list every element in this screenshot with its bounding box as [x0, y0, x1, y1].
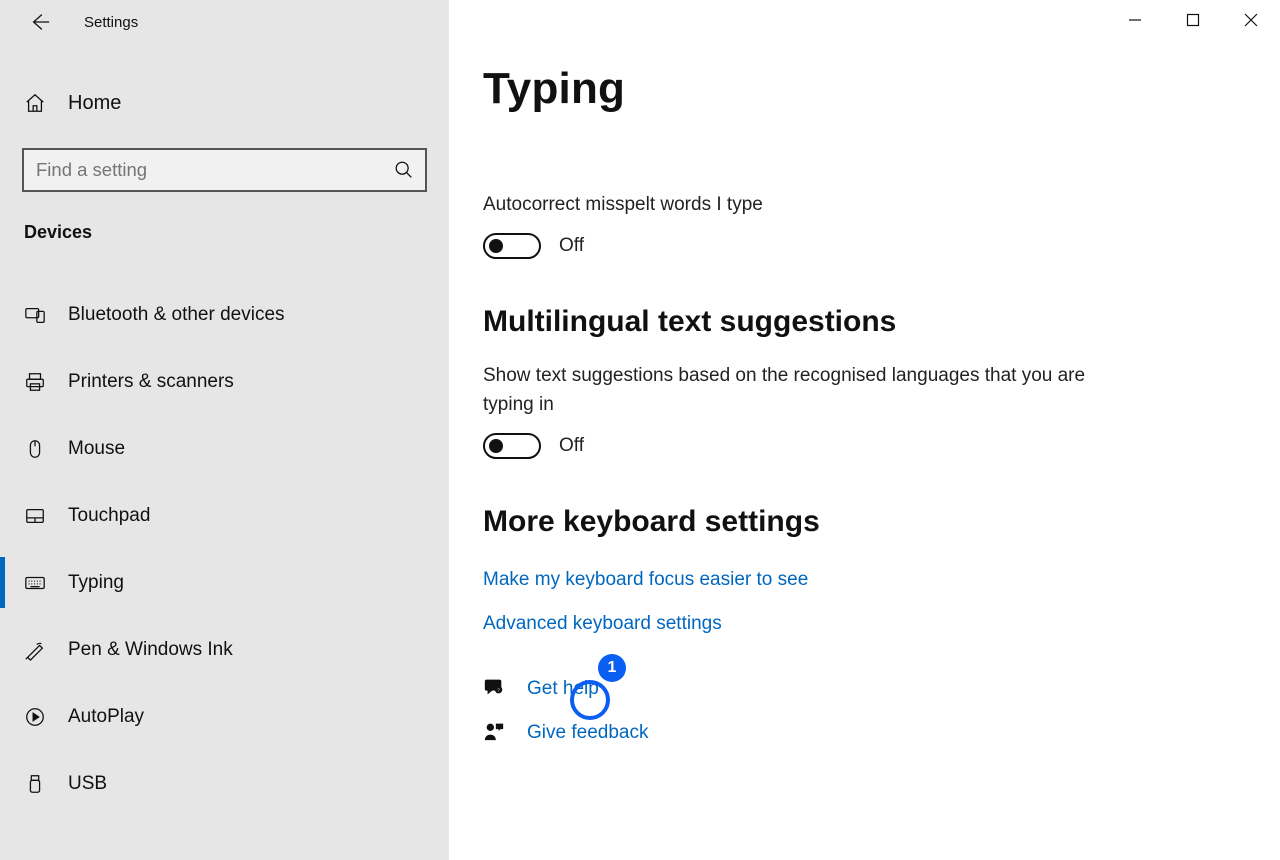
autocorrect-toggle[interactable] — [483, 233, 541, 259]
page-title: Typing — [483, 64, 1232, 114]
sidebar-item-label: Mouse — [68, 438, 125, 460]
sidebar-item-usb[interactable]: USB — [0, 750, 449, 817]
search-wrapper — [0, 132, 449, 200]
sidebar-item-label: Bluetooth & other devices — [68, 304, 285, 326]
sidebar-item-label: Pen & Windows Ink — [68, 639, 233, 661]
multilingual-toggle-row: Off — [483, 433, 1232, 459]
sidebar-item-mouse[interactable]: Mouse — [0, 415, 449, 482]
multilingual-heading: Multilingual text suggestions — [483, 305, 1232, 339]
sidebar-item-autoplay[interactable]: AutoPlay — [0, 683, 449, 750]
feedback-link[interactable]: Give feedback — [527, 722, 648, 744]
maximize-button[interactable] — [1164, 0, 1222, 40]
titlebar: Settings — [0, 0, 449, 44]
app-title: Settings — [84, 14, 138, 31]
sidebar-item-touchpad[interactable]: Touchpad — [0, 482, 449, 549]
minimize-button[interactable] — [1106, 0, 1164, 40]
get-help-row[interactable]: ? Get help — [483, 667, 1232, 711]
get-help-link[interactable]: Get help — [527, 678, 599, 700]
mouse-icon — [24, 438, 46, 460]
autoplay-icon — [24, 706, 46, 728]
sidebar-item-label: Typing — [68, 572, 124, 594]
feedback-row[interactable]: Give feedback — [483, 711, 1232, 755]
autocorrect-state: Off — [559, 235, 584, 257]
printer-icon — [24, 371, 46, 393]
sidebar-item-typing[interactable]: Typing — [0, 549, 449, 616]
multilingual-toggle[interactable] — [483, 433, 541, 459]
sidebar-item-label: USB — [68, 773, 107, 795]
sidebar-item-bluetooth[interactable]: Bluetooth & other devices — [0, 281, 449, 348]
keyboard-icon — [24, 572, 46, 594]
devices-icon — [24, 304, 46, 326]
search-input[interactable] — [36, 159, 393, 181]
sidebar-item-printers[interactable]: Printers & scanners — [0, 348, 449, 415]
multilingual-state: Off — [559, 435, 584, 457]
sidebar: Settings Home Devices Bluetooth & oth — [0, 0, 449, 860]
touchpad-icon — [24, 505, 46, 527]
search-box[interactable] — [22, 148, 427, 192]
more-heading: More keyboard settings — [483, 505, 1232, 539]
nav-list: Bluetooth & other devices Printers & sca… — [0, 281, 449, 817]
autocorrect-toggle-row: Off — [483, 233, 1232, 259]
link-advanced-keyboard[interactable]: Advanced keyboard settings — [483, 613, 1232, 635]
main-content: Typing Autocorrect misspelt words I type… — [449, 0, 1280, 860]
link-keyboard-focus[interactable]: Make my keyboard focus easier to see — [483, 569, 1232, 591]
autocorrect-label: Autocorrect misspelt words I type — [483, 192, 1143, 219]
pen-icon — [24, 639, 46, 661]
chat-icon: ? — [483, 676, 505, 703]
search-icon — [393, 159, 415, 181]
sidebar-item-label: Printers & scanners — [68, 371, 234, 393]
sidebar-item-home[interactable]: Home — [0, 74, 449, 132]
home-icon — [24, 92, 46, 114]
multilingual-desc: Show text suggestions based on the recog… — [483, 361, 1123, 420]
back-button[interactable] — [20, 2, 60, 42]
window-controls — [1106, 0, 1280, 40]
close-button[interactable] — [1222, 0, 1280, 40]
feedback-icon — [483, 720, 505, 747]
sidebar-item-label: Touchpad — [68, 505, 150, 527]
sidebar-item-label: AutoPlay — [68, 706, 144, 728]
usb-icon — [24, 773, 46, 795]
category-title: Devices — [0, 200, 449, 251]
arrow-left-icon — [29, 11, 51, 33]
home-label: Home — [68, 92, 121, 115]
sidebar-item-pen[interactable]: Pen & Windows Ink — [0, 616, 449, 683]
